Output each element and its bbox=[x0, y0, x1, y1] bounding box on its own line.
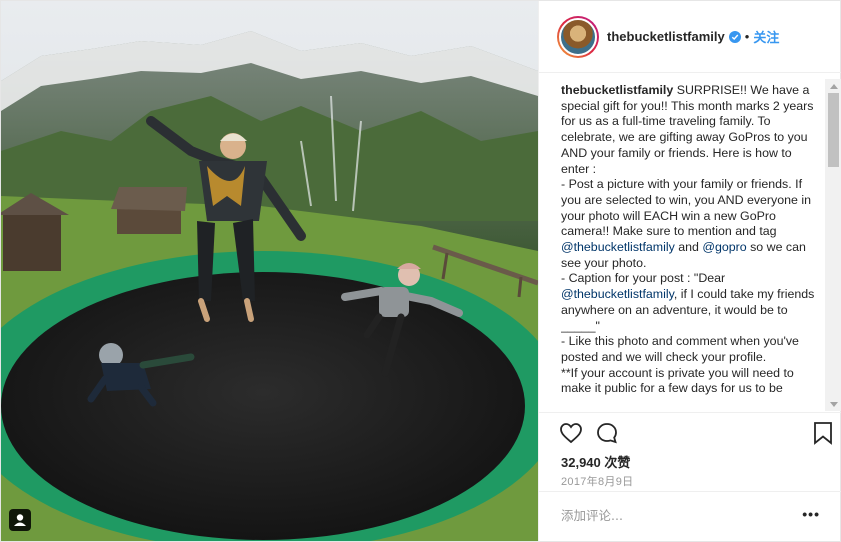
scroll-up-arrow-icon[interactable] bbox=[825, 79, 841, 93]
caption-text-segment: **If your account is private you will ne… bbox=[561, 365, 794, 396]
caption-text: thebucketlistfamily SURPRISE!! We have a… bbox=[561, 83, 823, 411]
caption-username[interactable]: thebucketlistfamily bbox=[561, 83, 673, 97]
scrollbar-thumb[interactable] bbox=[828, 93, 839, 167]
post-header: thebucketlistfamily • 关注 bbox=[539, 1, 841, 73]
caption-mention-link[interactable]: @thebucketlistfamily bbox=[561, 240, 675, 254]
caption-text-segment: - Caption for your post : "Dear bbox=[561, 271, 726, 286]
caption-text-segment: - Like this photo and comment when you'v… bbox=[561, 334, 799, 364]
caption-text-segment: and bbox=[674, 240, 703, 255]
post-date[interactable]: 2017年8月9日 bbox=[561, 473, 633, 489]
caption-area: thebucketlistfamily SURPRISE!! We have a… bbox=[539, 73, 841, 413]
bookmark-icon[interactable] bbox=[813, 421, 833, 450]
trampoline-mat bbox=[1, 272, 525, 540]
more-options-button[interactable]: ••• bbox=[802, 506, 820, 522]
avatar[interactable] bbox=[557, 15, 599, 58]
caption-mention-link[interactable]: @thebucketlistfamily bbox=[561, 287, 674, 301]
username-link[interactable]: thebucketlistfamily bbox=[607, 29, 725, 44]
post-side-panel: thebucketlistfamily • 关注 thebucketlistfa… bbox=[538, 1, 841, 541]
likes-count[interactable]: 32,940 次赞 bbox=[561, 452, 630, 471]
action-bar bbox=[559, 421, 833, 447]
photo-illustration bbox=[1, 1, 538, 541]
caption-mention-link[interactable]: @gopro bbox=[702, 240, 746, 254]
verified-badge-icon bbox=[728, 30, 741, 43]
caption-scrollbar[interactable] bbox=[825, 79, 841, 411]
comment-input[interactable] bbox=[561, 508, 781, 523]
instagram-post: thebucketlistfamily • 关注 thebucketlistfa… bbox=[0, 0, 841, 542]
wooden-hut-center bbox=[111, 187, 187, 234]
caption-text-segment: - Post a picture with your family or fri… bbox=[561, 177, 812, 239]
comment-bubble-icon[interactable] bbox=[595, 421, 619, 450]
heart-icon[interactable] bbox=[559, 421, 583, 450]
scroll-down-arrow-icon[interactable] bbox=[825, 397, 841, 411]
post-photo[interactable] bbox=[1, 1, 538, 541]
comment-bar: ••• bbox=[539, 491, 841, 541]
follow-button[interactable]: 关注 bbox=[753, 27, 779, 46]
separator-dot: • bbox=[744, 29, 750, 44]
user-tag-icon[interactable] bbox=[9, 509, 31, 531]
